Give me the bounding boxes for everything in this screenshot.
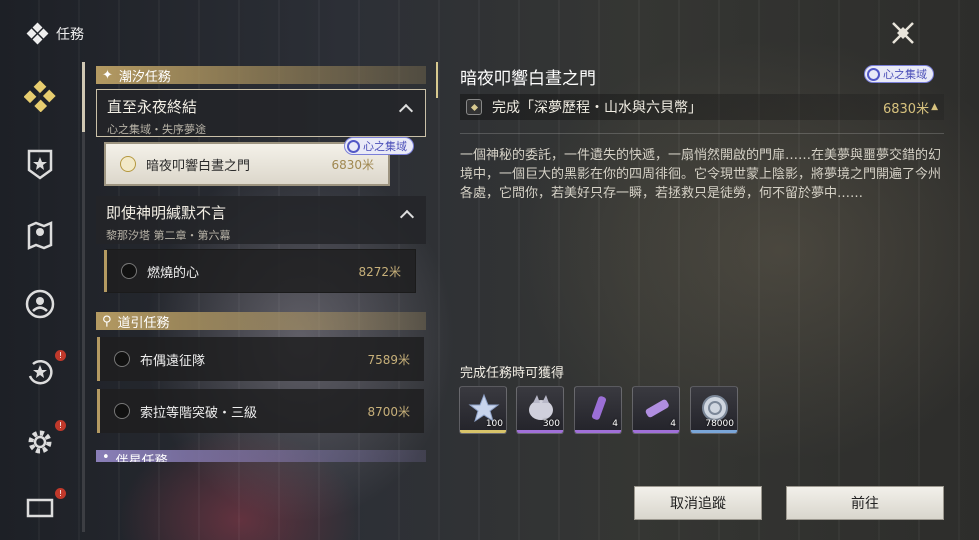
sidebar-item-settings[interactable]: ! bbox=[22, 420, 66, 460]
quest-accent-bar bbox=[97, 337, 100, 381]
quest-type-icon bbox=[114, 403, 130, 419]
quality-bar bbox=[517, 430, 563, 433]
group-title: 即使神明緘默不言 bbox=[106, 204, 227, 222]
rewards-label: 完成任務時可獲得 bbox=[460, 366, 565, 381]
quest-item[interactable]: 布偶遠征隊 7589米 bbox=[97, 337, 424, 381]
quest-type-icon bbox=[120, 156, 136, 172]
quest-name: 布偶遠征隊 bbox=[140, 353, 206, 369]
quest-distance: 6830米 bbox=[331, 157, 374, 172]
quest-item[interactable]: 燃燒的心 8272米 bbox=[104, 249, 416, 293]
caret-up-icon: ▲ bbox=[931, 102, 938, 112]
page-title: 任務 bbox=[56, 27, 84, 43]
alert-badge: ! bbox=[55, 488, 66, 499]
quality-bar bbox=[633, 430, 679, 433]
quality-bar bbox=[460, 430, 506, 433]
quest-list-scrollbar[interactable] bbox=[82, 62, 85, 532]
sidebar-item-achievements[interactable] bbox=[22, 146, 58, 182]
diamond-cluster-icon bbox=[26, 22, 49, 45]
quest-name: 索拉等階突破・三級 bbox=[140, 405, 258, 421]
quest-list-scroll-thumb[interactable] bbox=[82, 62, 85, 132]
quest-objective: 完成「深夢歷程・山水與六貝幣」 6830米 ▲ bbox=[460, 94, 944, 120]
gear-icon bbox=[28, 430, 52, 454]
purple-vial-icon bbox=[591, 396, 607, 420]
region-badge: 心之集域 bbox=[864, 65, 934, 83]
quality-bar bbox=[575, 430, 621, 433]
group-subtitle: 心之集域・失序夢途 bbox=[107, 123, 206, 136]
divider bbox=[460, 133, 944, 134]
quest-group-endless-night[interactable]: 直至永夜終結 心之集域・失序夢途 bbox=[96, 89, 426, 137]
category-label: 道引任務 bbox=[117, 315, 170, 331]
close-icon[interactable] bbox=[890, 20, 916, 46]
quest-distance: 8700米 bbox=[367, 404, 410, 419]
swirl-icon bbox=[347, 139, 360, 153]
reward-count: 100 bbox=[485, 419, 503, 429]
reward-item[interactable]: 4 bbox=[632, 386, 680, 434]
reward-count: 78000 bbox=[705, 419, 734, 429]
alert-badge: ! bbox=[55, 420, 66, 431]
sidebar-item-profile[interactable] bbox=[22, 286, 58, 322]
category-tidal-quests: ✦ 潮汐任務 bbox=[96, 66, 426, 85]
untrack-button[interactable]: 取消追蹤 bbox=[634, 486, 762, 520]
reward-count: 4 bbox=[670, 419, 676, 429]
dot-icon: • bbox=[102, 450, 110, 462]
quest-name: 暗夜叩響白晝之門 bbox=[146, 158, 251, 174]
monitor-icon bbox=[26, 498, 54, 518]
go-button[interactable]: 前往 bbox=[786, 486, 944, 520]
region-badge: 心之集域 bbox=[344, 137, 414, 155]
reward-item[interactable]: 300 bbox=[516, 386, 564, 434]
category-guide-quests: ⚲ 道引任務 bbox=[96, 312, 426, 331]
quest-type-icon bbox=[114, 351, 130, 367]
reward-count: 300 bbox=[542, 419, 560, 429]
shield-star-icon bbox=[27, 149, 53, 180]
group-subtitle: 黎那汐塔 第二章・第六幕 bbox=[106, 229, 231, 242]
quest-accent-bar bbox=[97, 389, 100, 433]
reward-item[interactable]: 4 bbox=[574, 386, 622, 434]
quality-bar bbox=[691, 430, 737, 433]
group-title: 直至永夜終結 bbox=[107, 98, 198, 116]
quest-type-icon bbox=[121, 263, 137, 279]
reward-item[interactable]: 100 bbox=[459, 386, 507, 434]
person-circle-icon bbox=[25, 289, 55, 319]
quest-detail-title: 暗夜叩響白晝之門 bbox=[460, 69, 596, 89]
sidebar-item-map[interactable] bbox=[22, 216, 58, 252]
quest-group-gods-silent[interactable]: 即使神明緘默不言 黎那汐塔 第二章・第六幕 bbox=[96, 196, 426, 244]
swirl-icon bbox=[867, 67, 880, 81]
reward-item[interactable]: 78000 bbox=[690, 386, 738, 434]
category-label: 潮汐任務 bbox=[118, 69, 171, 85]
detail-accent-line bbox=[436, 62, 438, 98]
objective-diamond-icon bbox=[466, 99, 482, 115]
reward-count: 4 bbox=[612, 419, 618, 429]
location-pin-icon: ⚲ bbox=[102, 313, 112, 329]
objective-text: 完成「深夢歷程・山水與六貝幣」 bbox=[492, 100, 702, 116]
category-companion-quests: • 伴星任務 bbox=[96, 450, 426, 462]
page-header: 任務 bbox=[26, 22, 84, 45]
sidebar-item-monitor[interactable]: ! bbox=[22, 488, 66, 528]
sidebar-item-events[interactable]: ! bbox=[22, 350, 66, 390]
purple-tube-icon bbox=[645, 399, 669, 418]
plus-star-icon: ✦ bbox=[102, 67, 113, 83]
sidebar-item-tasks[interactable] bbox=[22, 78, 58, 114]
quest-name: 燃燒的心 bbox=[147, 265, 200, 281]
quest-item[interactable]: 索拉等階突破・三級 8700米 bbox=[97, 389, 424, 433]
category-label: 伴星任務 bbox=[115, 454, 168, 462]
quest-distance: 8272米 bbox=[358, 264, 401, 279]
objective-distance: 6830米 bbox=[882, 101, 930, 117]
star-refresh-icon bbox=[28, 359, 53, 385]
quest-distance: 7589米 bbox=[367, 352, 410, 367]
quest-accent-bar bbox=[104, 250, 107, 292]
map-pin-icon bbox=[27, 221, 53, 250]
quest-description: 一個神秘的委託，一件遺失的快遞，一扇悄然開啟的門扉……在美夢與噩夢交錯的幻境中，… bbox=[460, 148, 942, 201]
diamond-cluster-icon bbox=[24, 80, 56, 112]
alert-badge: ! bbox=[55, 350, 66, 361]
